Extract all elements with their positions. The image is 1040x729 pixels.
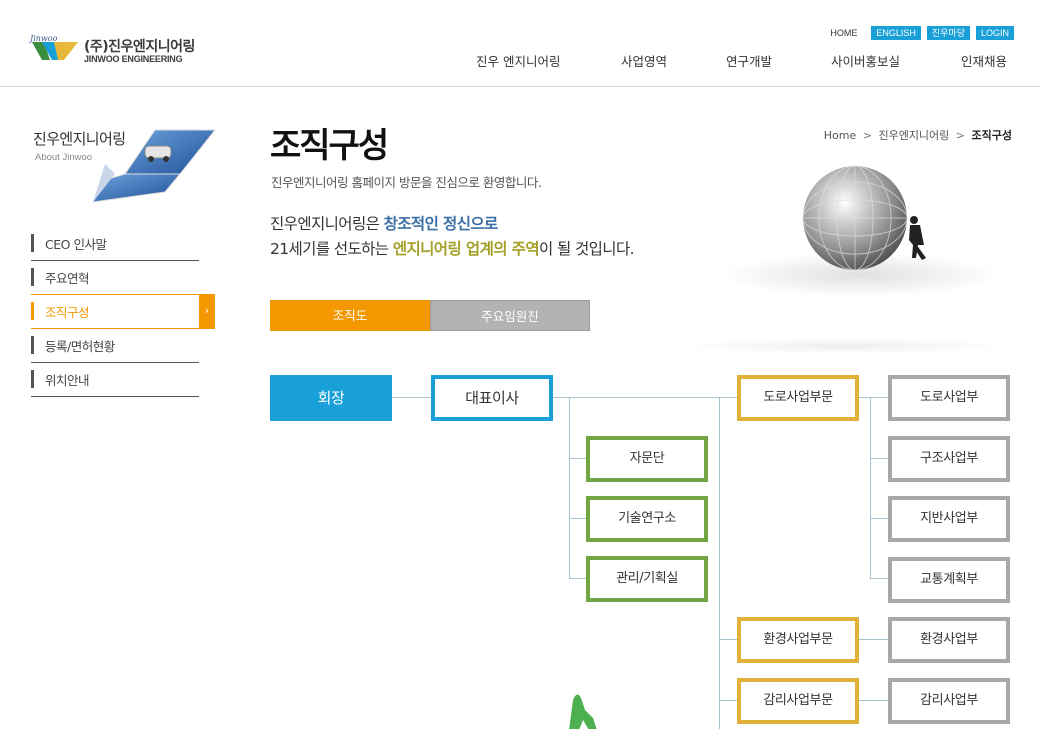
logo-korean-name: (주)진우엔지니어링: [84, 39, 195, 55]
org-box-advisory: 자문단: [586, 436, 708, 482]
lnb-visual: 진우엔지니어링 About Jinwoo: [33, 122, 218, 206]
org-connector: [719, 639, 738, 640]
logo-small-text: Jinwoo: [30, 34, 58, 43]
util-community-link[interactable]: 진우마당: [926, 26, 970, 40]
breadcrumb-level1[interactable]: 진우엔지니어링: [878, 129, 949, 142]
org-connector: [569, 397, 570, 579]
org-connector: [552, 397, 738, 398]
lnb-subtitle: About Jinwoo: [35, 152, 93, 163]
org-connector: [719, 700, 738, 701]
chevron-right-icon: ›: [199, 294, 215, 329]
util-english-link[interactable]: ENGLISH: [871, 26, 921, 40]
lnb-item-ceo[interactable]: CEO 인사말: [31, 227, 199, 261]
org-box-admin-planning: 관리/기획실: [586, 556, 708, 602]
org-box-supervision-dept: 감리사업부: [888, 678, 1010, 724]
breadcrumb-separator-icon: >: [862, 129, 872, 142]
org-box-env-division: 환경사업부문: [737, 617, 859, 663]
lnb-title: 진우엔지니어링: [33, 130, 126, 148]
gnb-item-recruit[interactable]: 인재채용: [961, 51, 1007, 70]
lnb-bullet: [31, 268, 34, 286]
org-box-ceo: 대표이사: [431, 375, 553, 421]
util-home-link[interactable]: HOME: [830, 28, 857, 38]
gnb-item-pr[interactable]: 사이버홍보실: [831, 51, 900, 70]
lnb-item-history[interactable]: 주요연혁: [31, 261, 199, 295]
org-connector: [858, 639, 889, 640]
org-connector: [858, 700, 889, 701]
tab-executives[interactable]: 주요임원진: [430, 300, 590, 331]
org-tabs: 조직도 주요임원진: [270, 300, 590, 331]
breadcrumb-current: 조직구성: [971, 129, 1012, 142]
org-connector: [569, 518, 587, 519]
lnb-item-location[interactable]: 위치안내: [31, 363, 199, 397]
lnb-bullet: [31, 234, 34, 252]
org-box-traffic-dept: 교통계획부: [888, 557, 1010, 603]
slogan-text: 진우엔지니어링은: [270, 215, 384, 233]
org-box-road-division: 도로사업부문: [737, 375, 859, 421]
slogan-highlight: 창조적인 정신으로: [383, 215, 499, 233]
lnb-item-organization[interactable]: 조직구성 ›: [31, 294, 215, 329]
org-connector: [719, 397, 720, 729]
slogan: 진우엔지니어링은 창조적인 정신으로 21세기를 선도하는 엔지니어링 업계의 …: [270, 212, 635, 262]
tab-org-chart[interactable]: 조직도: [270, 300, 430, 331]
local-nav: CEO 인사말 주요연혁 조직구성 › 등록/면허현황 위치안내: [31, 227, 215, 397]
lnb-item-label: 등록/면허현황: [45, 339, 115, 354]
org-connector: [858, 397, 889, 398]
org-connector: [870, 518, 889, 519]
org-box-chairman: 회장: [270, 375, 392, 421]
org-box-geotech-dept: 지반사업부: [888, 496, 1010, 542]
logo-english-name: JINWOO ENGINEERING: [84, 54, 183, 64]
org-connector: [870, 578, 889, 579]
lnb-bullet: [31, 336, 34, 354]
gnb-item-business[interactable]: 사업영역: [621, 51, 667, 70]
utility-menu: HOME ENGLISH 진우마당 LOGIN: [830, 26, 1014, 40]
site-header: Jinwoo (주)진우엔지니어링 JINWOO ENGINEERING HOM…: [0, 0, 1040, 87]
org-connector: [392, 397, 432, 398]
org-connector: [870, 458, 889, 459]
lnb-item-label: 주요연혁: [45, 271, 90, 286]
lnb-item-label: CEO 인사말: [45, 237, 107, 252]
org-box-env-dept: 환경사업부: [888, 617, 1010, 663]
site-logo[interactable]: Jinwoo (주)진우엔지니어링 JINWOO ENGINEERING: [30, 34, 210, 68]
slogan-highlight: 엔지니어링 업계의 주역: [392, 240, 540, 258]
lnb-bullet: [31, 370, 34, 388]
breadcrumb: Home > 진우엔지니어링 > 조직구성: [824, 127, 1012, 143]
org-box-road-dept: 도로사업부: [888, 375, 1010, 421]
lnb-bullet: [31, 302, 34, 320]
org-box-structure-dept: 구조사업부: [888, 436, 1010, 482]
globe-illustration-icon: [720, 165, 1000, 297]
slogan-text: 이 될 것입니다.: [539, 240, 635, 258]
welcome-text: 진우엔지니어링 홈페이지 방문을 진심으로 환영합니다.: [271, 175, 542, 190]
org-connector: [870, 397, 871, 579]
breadcrumb-separator-icon: >: [955, 129, 966, 142]
util-login-link[interactable]: LOGIN: [975, 26, 1014, 40]
breadcrumb-home[interactable]: Home: [824, 129, 856, 142]
org-box-research-lab: 기술연구소: [586, 496, 708, 542]
lnb-item-licenses[interactable]: 등록/면허현황: [31, 329, 199, 363]
slogan-text: 21세기를 선도하는: [270, 240, 393, 258]
lnb-item-label: 조직구성: [45, 305, 90, 320]
page-title: 조직구성: [270, 126, 389, 166]
lnb-item-label: 위치안내: [45, 373, 90, 388]
gnb-item-company[interactable]: 진우 엔지니어링: [476, 51, 560, 70]
org-box-supervision-division: 감리사업부문: [737, 678, 859, 724]
org-connector: [569, 458, 587, 459]
decorative-figure-icon: [569, 694, 597, 729]
gnb-item-rnd[interactable]: 연구개발: [726, 51, 772, 70]
global-nav: 진우 엔지니어링 사업영역 연구개발 사이버홍보실 인재채용: [476, 51, 1016, 69]
org-connector: [569, 578, 587, 579]
decorative-shadow: [680, 338, 1010, 354]
